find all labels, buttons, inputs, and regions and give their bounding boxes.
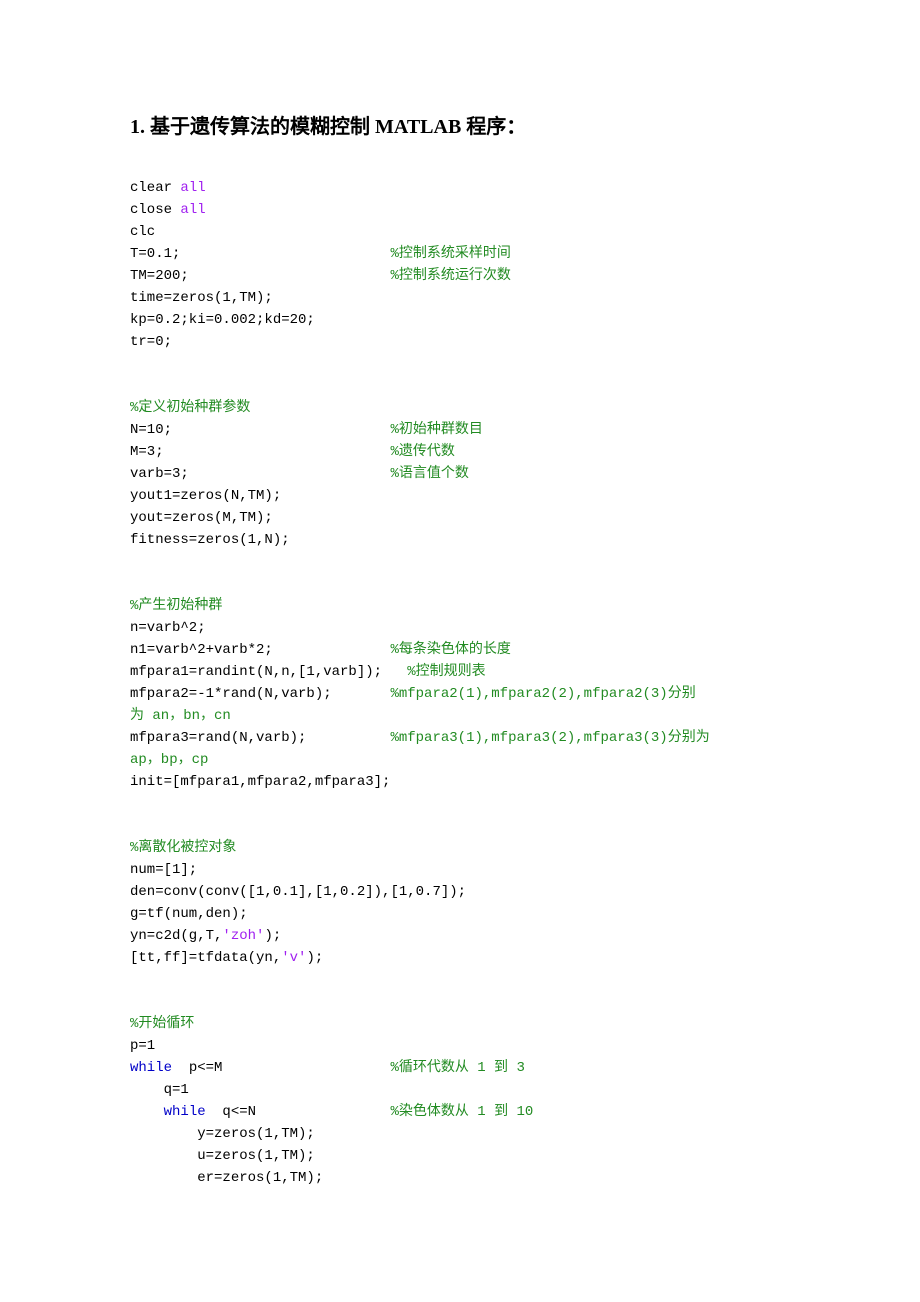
section-heading: 1. 基于遗传算法的模糊控制 MATLAB 程序：: [130, 110, 790, 139]
code-line: n1=varb^2+varb*2; %每条染色体的长度: [130, 642, 511, 658]
code-line: M=3; %遗传代数: [130, 444, 455, 460]
code-line: clear all: [130, 180, 206, 196]
code-comment: %离散化被控对象: [130, 840, 236, 856]
document-page: 1. 基于遗传算法的模糊控制 MATLAB 程序： clear all clos…: [0, 0, 920, 1302]
code-line: yout=zeros(M,TM);: [130, 510, 273, 526]
code-comment-continuation: 为 an，bn，cn: [130, 708, 231, 724]
code-line: time=zeros(1,TM);: [130, 290, 273, 306]
code-line: er=zeros(1,TM);: [130, 1170, 323, 1186]
code-line: close all: [130, 202, 206, 218]
code-line: y=zeros(1,TM);: [130, 1126, 315, 1142]
code-comment: %开始循环: [130, 1016, 194, 1032]
code-line: tr=0;: [130, 334, 172, 350]
code-line: n=varb^2;: [130, 620, 206, 636]
code-line: mfpara3=rand(N,varb); %mfpara3(1),mfpara…: [130, 730, 710, 746]
code-comment: %定义初始种群参数: [130, 400, 250, 416]
code-line: p=1: [130, 1038, 155, 1054]
code-line: kp=0.2;ki=0.002;kd=20;: [130, 312, 315, 328]
code-line: u=zeros(1,TM);: [130, 1148, 315, 1164]
code-comment: %产生初始种群: [130, 598, 222, 614]
matlab-source-code: clear all close all clc T=0.1; %控制系统采样时间…: [130, 155, 790, 1189]
code-line: while q<=N %染色体数从 1 到 10: [130, 1104, 533, 1120]
code-line: init=[mfpara1,mfpara2,mfpara3];: [130, 774, 390, 790]
code-line: [tt,ff]=tfdata(yn,'v');: [130, 950, 323, 966]
code-line: den=conv(conv([1,0.1],[1,0.2]),[1,0.7]);: [130, 884, 466, 900]
code-line: g=tf(num,den);: [130, 906, 248, 922]
code-line: q=1: [130, 1082, 189, 1098]
code-line: while p<=M %循环代数从 1 到 3: [130, 1060, 525, 1076]
code-line: mfpara1=randint(N,n,[1,varb]); %控制规则表: [130, 664, 486, 680]
code-line: yn=c2d(g,T,'zoh');: [130, 928, 281, 944]
code-comment-continuation: ap，bp，cp: [130, 752, 208, 768]
code-line: num=[1];: [130, 862, 197, 878]
code-line: fitness=zeros(1,N);: [130, 532, 290, 548]
code-line: T=0.1; %控制系统采样时间: [130, 246, 511, 262]
code-line: varb=3; %语言值个数: [130, 466, 469, 482]
code-line: mfpara2=-1*rand(N,varb); %mfpara2(1),mfp…: [130, 686, 696, 702]
code-line: TM=200; %控制系统运行次数: [130, 268, 511, 284]
code-line: yout1=zeros(N,TM);: [130, 488, 281, 504]
code-line: N=10; %初始种群数目: [130, 422, 483, 438]
code-line: clc: [130, 224, 155, 240]
